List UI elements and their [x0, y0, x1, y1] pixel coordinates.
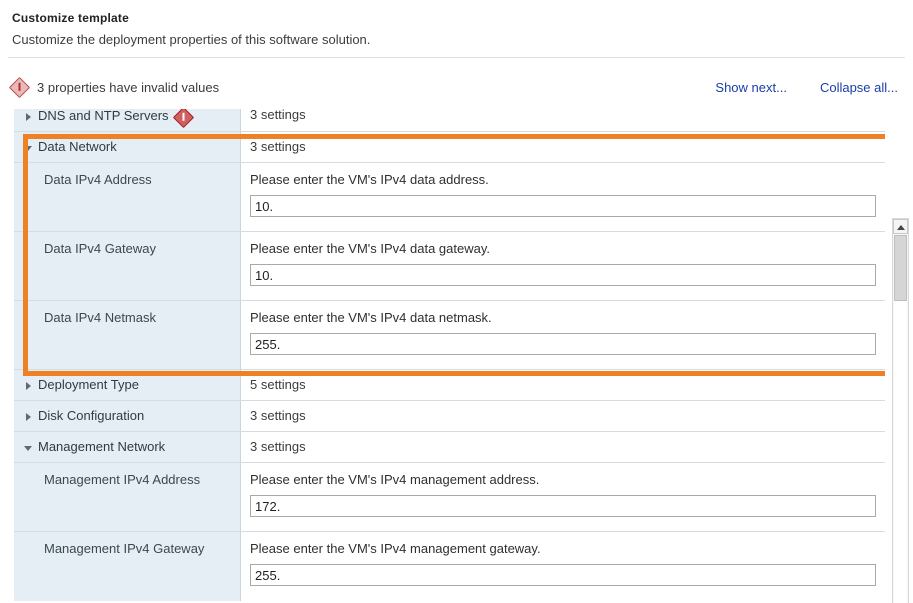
table-row[interactable]: Data IPv4 Gateway Please enter the VM's … — [14, 232, 885, 301]
property-value-cell-management-ipv4-gateway: Please enter the VM's IPv4 management ga… — [241, 532, 885, 601]
group-settings-cell: 3 settings — [241, 401, 885, 431]
scrollbar-thumb[interactable] — [894, 235, 907, 301]
settings-count: 3 settings — [250, 408, 306, 423]
table-row[interactable]: Management IPv4 Gateway Please enter the… — [14, 532, 885, 601]
property-label-cell-data-ipv4-netmask: Data IPv4 Netmask — [14, 301, 241, 369]
property-value-cell-data-ipv4-address: Please enter the VM's IPv4 data address. — [241, 163, 885, 231]
property-value-cell-data-ipv4-gateway: Please enter the VM's IPv4 data gateway. — [241, 232, 885, 300]
properties-table-region: DNS and NTP Servers 3 settings Data Netw… — [0, 109, 913, 603]
settings-count: 5 settings — [250, 377, 306, 392]
table-row[interactable]: Deployment Type 5 settings — [14, 370, 885, 401]
error-diamond-icon — [172, 109, 194, 128]
management-ipv4-gateway-input[interactable] — [250, 564, 876, 586]
validation-status-text: 3 properties have invalid values — [37, 79, 220, 95]
group-label: Data Network — [38, 139, 117, 154]
table-row[interactable]: Data Network 3 settings — [14, 132, 885, 163]
property-label: Data IPv4 Gateway — [44, 241, 156, 256]
chevron-right-icon[interactable] — [22, 379, 36, 393]
data-ipv4-gateway-input[interactable] — [250, 264, 876, 286]
status-actions: Show next... Collapse all... — [715, 80, 901, 95]
property-value-cell-management-ipv4-address: Please enter the VM's IPv4 management ad… — [241, 463, 885, 531]
property-label: Management IPv4 Gateway — [44, 541, 205, 556]
table-row[interactable]: DNS and NTP Servers 3 settings — [14, 109, 885, 132]
chevron-down-icon[interactable] — [22, 141, 36, 155]
group-settings-cell: 3 settings — [241, 109, 885, 131]
group-cell-data-network[interactable]: Data Network — [14, 132, 241, 162]
property-label-cell-data-ipv4-gateway: Data IPv4 Gateway — [14, 232, 241, 300]
page-header: Customize template Customize the deploym… — [0, 0, 913, 49]
table-row[interactable]: Management Network 3 settings — [14, 432, 885, 463]
property-label: Data IPv4 Address — [44, 172, 152, 187]
property-label-cell-management-ipv4-address: Management IPv4 Address — [14, 463, 241, 531]
error-diamond-icon — [8, 76, 31, 98]
group-label: DNS and NTP Servers — [38, 109, 169, 123]
table-row[interactable]: Management IPv4 Address Please enter the… — [14, 463, 885, 532]
scroll-up-button[interactable] — [893, 219, 908, 234]
settings-count: 3 settings — [250, 439, 306, 454]
group-settings-cell: 3 settings — [241, 432, 885, 462]
collapse-all-link[interactable]: Collapse all... — [820, 80, 898, 95]
property-label-cell-data-ipv4-address: Data IPv4 Address — [14, 163, 241, 231]
group-cell-management-network[interactable]: Management Network — [14, 432, 241, 462]
chevron-down-icon[interactable] — [22, 441, 36, 455]
page-title: Customize template — [12, 11, 129, 25]
settings-count: 3 settings — [250, 109, 306, 122]
validation-status-bar: 3 properties have invalid values Show ne… — [0, 70, 913, 104]
property-description: Please enter the VM's IPv4 management ad… — [250, 472, 540, 487]
group-cell-disk-configuration[interactable]: Disk Configuration — [14, 401, 241, 431]
table-row[interactable]: Disk Configuration 3 settings — [14, 401, 885, 432]
header-divider — [8, 57, 905, 58]
property-description: Please enter the VM's IPv4 data gateway. — [250, 241, 490, 256]
triangle-up-icon — [897, 225, 905, 230]
data-ipv4-netmask-input[interactable] — [250, 333, 876, 355]
settings-count: 3 settings — [250, 139, 306, 154]
table-row[interactable]: Data IPv4 Netmask Please enter the VM's … — [14, 301, 885, 370]
table-row[interactable]: Data IPv4 Address Please enter the VM's … — [14, 163, 885, 232]
scrollbar-track[interactable] — [894, 301, 907, 603]
group-cell-dns-and-ntp-servers[interactable]: DNS and NTP Servers — [14, 109, 241, 131]
chevron-right-icon[interactable] — [22, 110, 36, 124]
properties-table-viewport[interactable]: DNS and NTP Servers 3 settings Data Netw… — [14, 109, 885, 603]
page-subtitle: Customize the deployment properties of t… — [12, 32, 371, 47]
property-description: Please enter the VM's IPv4 data netmask. — [250, 310, 492, 325]
show-next-link[interactable]: Show next... — [715, 80, 787, 95]
group-label: Disk Configuration — [38, 408, 145, 423]
group-cell-deployment-type[interactable]: Deployment Type — [14, 370, 241, 400]
properties-table: DNS and NTP Servers 3 settings Data Netw… — [14, 109, 885, 601]
vertical-scrollbar[interactable] — [892, 218, 909, 603]
property-label-cell-management-ipv4-gateway: Management IPv4 Gateway — [14, 532, 241, 601]
group-settings-cell: 3 settings — [241, 132, 885, 162]
property-value-cell-data-ipv4-netmask: Please enter the VM's IPv4 data netmask. — [241, 301, 885, 369]
property-label: Data IPv4 Netmask — [44, 310, 156, 325]
data-ipv4-address-input[interactable] — [250, 195, 876, 217]
property-description: Please enter the VM's IPv4 data address. — [250, 172, 489, 187]
property-description: Please enter the VM's IPv4 management ga… — [250, 541, 541, 556]
group-label: Deployment Type — [38, 377, 139, 392]
group-label: Management Network — [38, 439, 166, 454]
chevron-right-icon[interactable] — [22, 410, 36, 424]
group-settings-cell: 5 settings — [241, 370, 885, 400]
property-label: Management IPv4 Address — [44, 472, 201, 487]
management-ipv4-address-input[interactable] — [250, 495, 876, 517]
